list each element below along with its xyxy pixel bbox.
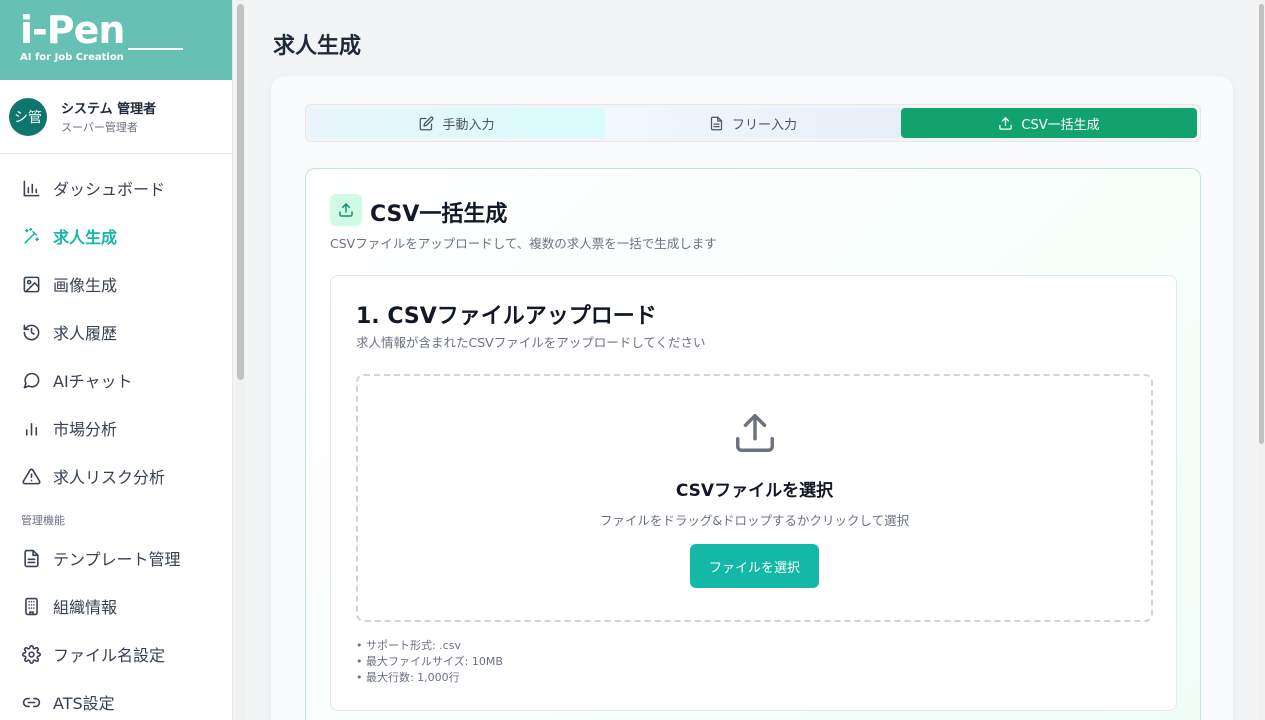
input-mode-tabs: 手動入力 フリー入力 CSV一括生成 xyxy=(305,104,1201,142)
user-name: システム 管理者 xyxy=(61,102,157,117)
link-icon xyxy=(21,692,41,712)
bar-chart-simple-icon xyxy=(21,418,41,438)
sidebar-item-job-generation[interactable]: 求人生成 xyxy=(0,212,232,260)
tab-label: フリー入力 xyxy=(731,117,797,133)
avatar: シ管 xyxy=(9,97,47,136)
tab-manual-input[interactable]: 手動入力 xyxy=(309,108,605,138)
tab-free-input[interactable]: フリー入力 xyxy=(605,108,901,138)
sidebar-item-job-history[interactable]: 求人履歴 xyxy=(0,308,232,356)
sidebar-item-label: ATS設定 xyxy=(53,694,115,713)
sidebar-item-job-risk-analysis[interactable]: 求人リスク分析 xyxy=(0,452,232,500)
history-icon xyxy=(21,322,41,342)
csv-bulk-panel: CSV一括生成 CSVファイルをアップロードして、複数の求人票を一括で生成します… xyxy=(305,168,1201,720)
sidebar-item-ats-settings[interactable]: ATS設定 xyxy=(0,678,232,720)
dropzone-hint: ファイルをドラッグ&ドロップするかクリックして選択 xyxy=(599,513,910,528)
tab-label: 手動入力 xyxy=(442,117,495,133)
chat-bubble-icon xyxy=(21,370,41,390)
magic-wand-icon xyxy=(21,226,41,246)
sidebar-item-label: 市場分析 xyxy=(53,420,118,439)
sidebar-item-label: 求人生成 xyxy=(53,228,118,247)
user-role: スーパー管理者 xyxy=(61,121,138,134)
admin-section-heading: 管理機能 xyxy=(21,514,65,527)
edit-icon xyxy=(420,116,434,130)
csv-panel-title: CSV一括生成 xyxy=(370,202,508,227)
upload-icon xyxy=(736,414,774,452)
main-content: 求人生成 手動入力 フリー入力 CSV一括生成 CSV一括生成 CSVファイルを… xyxy=(246,0,1265,720)
document-icon xyxy=(21,548,41,568)
sidebar-item-label: 組織情報 xyxy=(53,598,118,617)
sidebar-item-organization[interactable]: 組織情報 xyxy=(0,582,232,630)
page-scrollbar-thumb[interactable] xyxy=(1259,4,1264,444)
sidebar-item-template-management[interactable]: テンプレート管理 xyxy=(0,534,232,582)
generation-card: 手動入力 フリー入力 CSV一括生成 CSV一括生成 CSVファイルをアップロー… xyxy=(271,76,1233,720)
logo[interactable]: i-Pen AI for Job Creation xyxy=(0,0,232,80)
sidebar-item-label: AIチャット xyxy=(53,372,133,391)
note-max-size: • 最大ファイルサイズ: 10MB xyxy=(356,655,503,668)
logo-tagline: AI for Job Creation xyxy=(20,52,124,63)
sidebar-item-image-generation[interactable]: 画像生成 xyxy=(0,260,232,308)
sidebar-item-label: ダッシュボード xyxy=(53,180,166,199)
sidebar-item-label: テンプレート管理 xyxy=(53,550,181,569)
upload-notes: • サポート形式: .csv • 最大ファイルサイズ: 10MB • 最大行数:… xyxy=(356,638,503,686)
logo-underline xyxy=(128,48,183,50)
sidebar-item-label: ファイル名設定 xyxy=(53,646,166,665)
tab-label: CSV一括生成 xyxy=(1021,117,1100,133)
note-max-rows: • 最大行数: 1,000行 xyxy=(356,671,460,684)
sidebar-item-label: 求人リスク分析 xyxy=(53,468,166,487)
page-title: 求人生成 xyxy=(273,34,362,59)
sidebar-item-label: 求人履歴 xyxy=(53,324,118,343)
logo-text: i-Pen xyxy=(20,8,125,52)
file-dropzone[interactable]: CSVファイルを選択 ファイルをドラッグ&ドロップするかクリックして選択 ファイ… xyxy=(356,374,1153,622)
dropzone-title: CSVファイルを選択 xyxy=(675,481,834,501)
upload-step-subtitle: 求人情報が含まれたCSVファイルをアップロードしてください xyxy=(356,335,706,350)
sidebar-item-label: 画像生成 xyxy=(53,276,118,295)
sidebar: i-Pen AI for Job Creation シ管 システム 管理者 スー… xyxy=(0,0,233,720)
bar-chart-icon xyxy=(21,178,41,198)
upload-icon xyxy=(330,194,362,226)
image-icon xyxy=(21,274,41,294)
sidebar-item-market-analysis[interactable]: 市場分析 xyxy=(0,404,232,452)
building-icon xyxy=(21,596,41,616)
csv-panel-description: CSVファイルをアップロードして、複数の求人票を一括で生成します xyxy=(330,236,717,251)
gear-icon xyxy=(21,644,41,664)
tab-csv-bulk[interactable]: CSV一括生成 xyxy=(901,108,1197,138)
sidebar-nav: ダッシュボード 求人生成 画像生成 求人履歴 AIチャット 市場分析 求人リスク… xyxy=(0,154,232,720)
note-format: • サポート形式: .csv xyxy=(356,639,461,652)
sidebar-item-ai-chat[interactable]: AIチャット xyxy=(0,356,232,404)
sidebar-scrollbar-thumb[interactable] xyxy=(237,4,244,380)
select-file-button[interactable]: ファイルを選択 xyxy=(690,544,819,588)
warning-triangle-icon xyxy=(21,466,41,486)
upload-icon xyxy=(999,116,1013,130)
sidebar-item-filename-settings[interactable]: ファイル名設定 xyxy=(0,630,232,678)
file-text-icon xyxy=(710,116,723,130)
csv-upload-card: 1. CSVファイルアップロード 求人情報が含まれたCSVファイルをアップロード… xyxy=(330,275,1177,711)
sidebar-item-dashboard[interactable]: ダッシュボード xyxy=(0,164,232,212)
user-profile[interactable]: シ管 システム 管理者 スーパー管理者 xyxy=(0,80,232,154)
upload-step-title: 1. CSVファイルアップロード xyxy=(356,304,657,329)
